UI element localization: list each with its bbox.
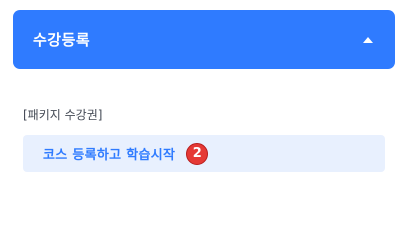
list-item-label: 코스 등록하고 학습시작 <box>43 148 176 163</box>
enrollment-accordion-header[interactable]: 수강등록 <box>13 10 395 69</box>
accordion-title: 수강등록 <box>33 31 91 49</box>
enrollment-panel: 수강등록 [패키지 수강권] 코스 등록하고 학습시작 2 <box>0 0 406 200</box>
caret-up-icon[interactable] <box>363 36 373 43</box>
list-item-enroll-course[interactable]: 코스 등록하고 학습시작 2 <box>23 135 385 172</box>
section-label: [패키지 수강권] <box>23 108 103 122</box>
count-badge: 2 <box>186 142 209 165</box>
